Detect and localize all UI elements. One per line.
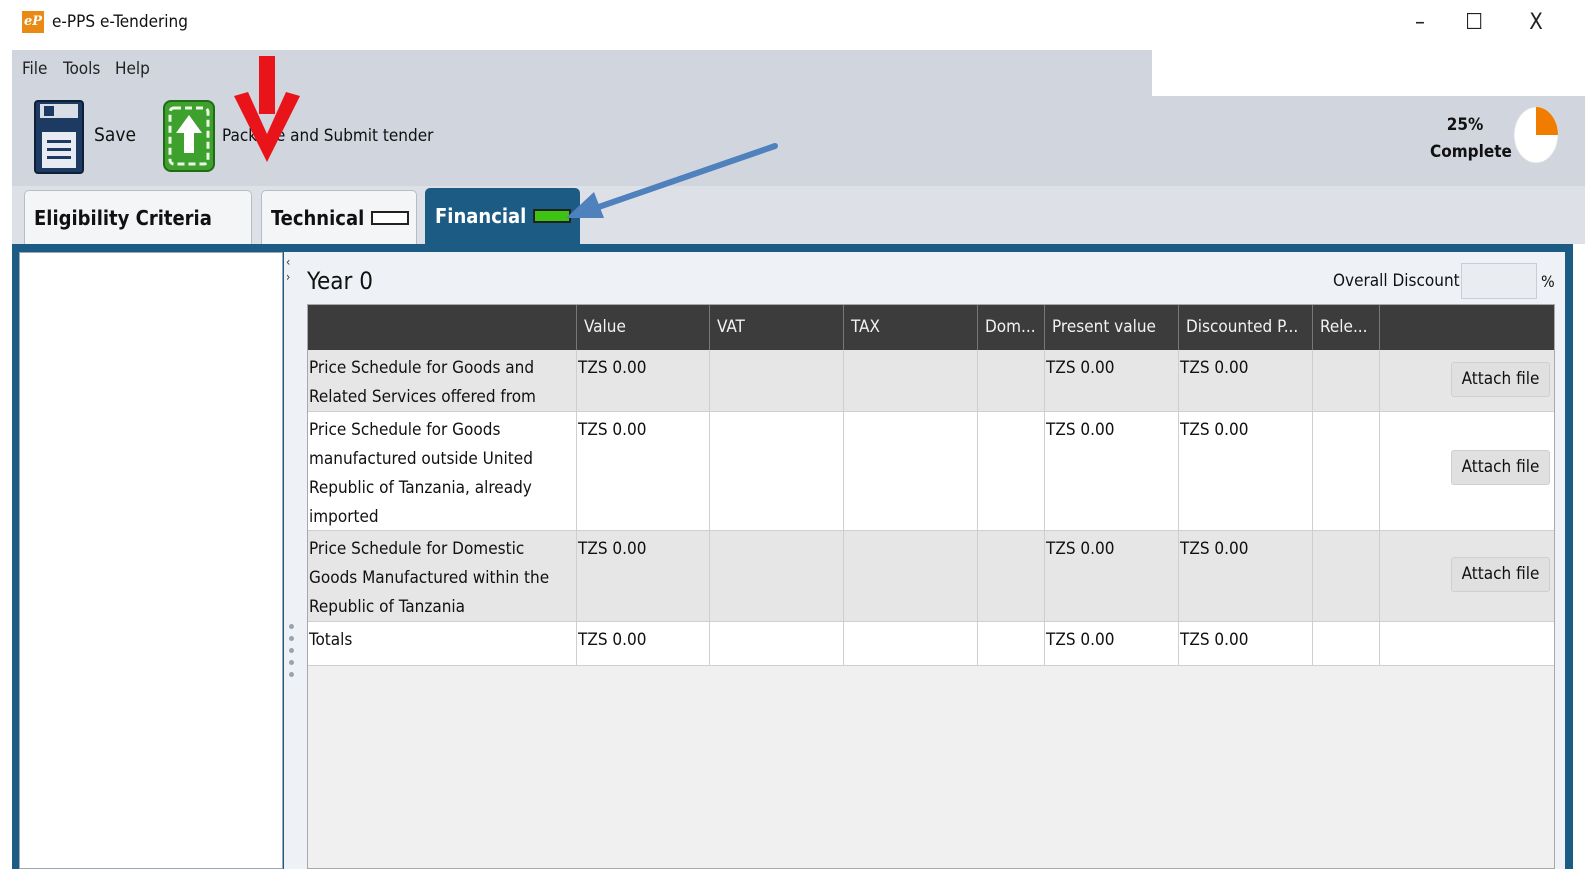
tab-bar: Eligibility Criteria Technical Financial: [12, 186, 1585, 279]
column-divider: [977, 350, 978, 666]
overall-discount-input[interactable]: [1461, 263, 1537, 299]
progress-label: Complete: [1430, 142, 1512, 162]
drag-handle-icon[interactable]: [289, 672, 294, 677]
drag-handle-icon[interactable]: [289, 636, 294, 641]
drag-handle-icon[interactable]: [289, 660, 294, 665]
row-present-value: TZS 0.00: [1046, 420, 1115, 440]
maximize-button[interactable]: ☐: [1454, 8, 1494, 38]
row-description: Price Schedule for Goods manufactured ou…: [309, 420, 533, 527]
drag-handle-icon[interactable]: [289, 624, 294, 629]
column-header-actions: [1379, 305, 1554, 350]
column-header-tax[interactable]: TAX: [843, 305, 977, 350]
row-value: TZS 0.00: [578, 358, 647, 378]
totals-row: [308, 622, 1554, 666]
menu-tools[interactable]: Tools: [63, 59, 100, 79]
row-description: Price Schedule for Domestic Goods Manufa…: [309, 539, 550, 617]
column-header-domestic[interactable]: Dom...: [977, 305, 1044, 350]
totals-present-value: TZS 0.00: [1046, 630, 1115, 650]
menu-bar: File Tools Help: [12, 50, 1152, 96]
tab-financial-label: Financial: [435, 204, 527, 228]
window-titlebar: eP e-PPS e-Tendering – ☐ X: [0, 0, 1585, 50]
column-divider: [843, 350, 844, 666]
menu-help[interactable]: Help: [115, 59, 150, 79]
collapse-left-icon[interactable]: ‹: [286, 255, 290, 269]
attach-file-button[interactable]: Attach file: [1451, 450, 1550, 485]
floppy-disk-icon[interactable]: [34, 100, 84, 174]
row-discounted-price: TZS 0.00: [1180, 358, 1249, 378]
totals-value: TZS 0.00: [578, 630, 647, 650]
attach-file-button[interactable]: Attach file: [1451, 557, 1550, 592]
progress-percent: 25% Complete: [1430, 112, 1512, 166]
upload-package-icon[interactable]: [162, 99, 216, 173]
toolbar: Save Package and Submit tender 25% Compl…: [12, 96, 1585, 186]
close-button[interactable]: X: [1516, 8, 1556, 38]
drag-handle-icon[interactable]: [289, 648, 294, 653]
totals-label: Totals: [309, 630, 353, 650]
navigation-tree-pane: [19, 252, 283, 869]
column-header-present-value[interactable]: Present value: [1044, 305, 1178, 350]
column-header-vat[interactable]: VAT: [709, 305, 843, 350]
row-present-value: TZS 0.00: [1046, 539, 1115, 559]
pane-splitter[interactable]: ‹ ›: [284, 252, 304, 869]
column-divider: [709, 350, 710, 666]
column-header-release[interactable]: Rele...: [1312, 305, 1379, 350]
window-title: e-PPS e-Tendering: [52, 12, 188, 32]
status-flag-icon: [371, 210, 410, 225]
overall-discount-label: Overall Discount: [1333, 271, 1460, 291]
row-discounted-price: TZS 0.00: [1180, 539, 1249, 559]
menu-file[interactable]: File: [22, 59, 47, 79]
attach-file-button[interactable]: Attach file: [1451, 362, 1550, 397]
tab-technical-label: Technical: [271, 206, 365, 230]
tab-technical[interactable]: Technical: [261, 190, 417, 244]
minimize-button[interactable]: –: [1400, 8, 1440, 38]
column-divider: [1312, 350, 1313, 666]
row-value: TZS 0.00: [578, 539, 647, 559]
status-flag-icon: [533, 208, 572, 223]
row-discounted-price: TZS 0.00: [1180, 420, 1249, 440]
expand-right-icon[interactable]: ›: [286, 270, 290, 284]
column-divider: [1178, 350, 1179, 666]
progress-pie-icon: [1513, 106, 1559, 164]
row-present-value: TZS 0.00: [1046, 358, 1115, 378]
save-button[interactable]: Save: [94, 124, 136, 146]
row-value: TZS 0.00: [578, 420, 647, 440]
year-title: Year 0: [307, 267, 373, 295]
package-submit-button[interactable]: Package and Submit tender: [222, 126, 433, 146]
percent-sign: %: [1541, 272, 1555, 291]
tab-eligibility-label: Eligibility Criteria: [34, 206, 212, 230]
column-divider: [576, 350, 577, 666]
column-divider: [1044, 350, 1045, 666]
column-header-description[interactable]: [308, 305, 576, 350]
totals-discounted-price: TZS 0.00: [1180, 630, 1249, 650]
tab-financial[interactable]: Financial: [425, 188, 580, 246]
column-header-discounted-price[interactable]: Discounted P...: [1178, 305, 1312, 350]
tab-eligibility-criteria[interactable]: Eligibility Criteria: [24, 190, 252, 279]
column-divider: [1379, 350, 1380, 666]
app-logo-icon: eP: [22, 11, 44, 33]
column-header-value[interactable]: Value: [576, 305, 709, 350]
